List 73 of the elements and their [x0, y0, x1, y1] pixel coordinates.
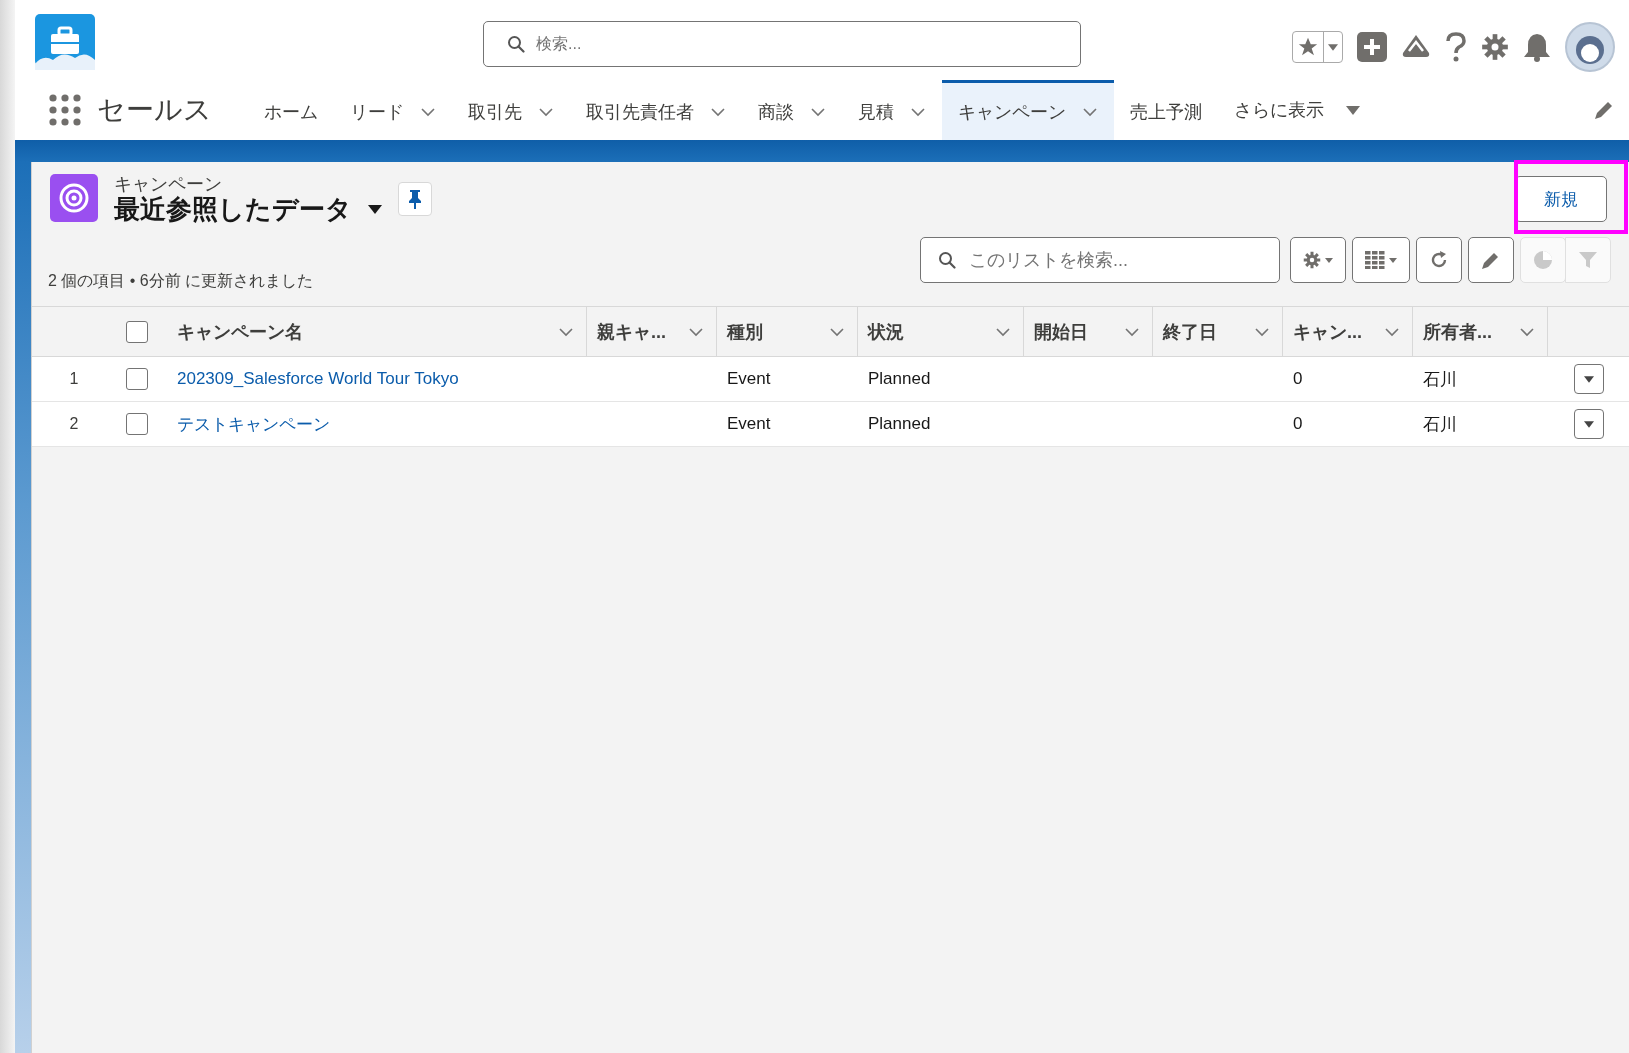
- row-action-button[interactable]: [1573, 409, 1604, 439]
- table-cell-text: 石川: [1423, 413, 1457, 436]
- nav-tab[interactable]: ホーム: [248, 80, 334, 140]
- favorites-button[interactable]: [1292, 31, 1343, 63]
- row-action-button[interactable]: [1573, 364, 1604, 394]
- table-cell: Planned: [868, 369, 931, 389]
- filter-icon: [1578, 250, 1598, 270]
- caret-down-icon: [1389, 255, 1397, 265]
- nav-tab[interactable]: 取引先責任者: [570, 80, 742, 140]
- list-view-title[interactable]: 最近参照したデータ: [114, 194, 352, 224]
- table-cell: Event: [727, 369, 771, 389]
- nav-tab[interactable]: キャンペーン: [942, 80, 1114, 140]
- object-label: キャンペーン: [114, 174, 223, 194]
- caret-down-icon: [1328, 42, 1338, 52]
- row-checkbox[interactable]: [126, 368, 148, 390]
- pie-chart-icon: [1533, 250, 1553, 270]
- table-cell-text: 石川: [1423, 368, 1457, 391]
- display-button[interactable]: [1352, 237, 1410, 283]
- pin-button[interactable]: [398, 182, 432, 216]
- nav-tab[interactable]: 取引先: [452, 80, 570, 140]
- settings-icon: [1303, 251, 1321, 269]
- table-cell: Planned: [868, 414, 931, 434]
- search-icon: [507, 35, 525, 53]
- app-launcher-icon[interactable]: [49, 94, 81, 126]
- chevron-down-icon: [558, 326, 574, 337]
- caret-down-icon: [1346, 105, 1360, 115]
- chevron-down-icon: [1124, 326, 1140, 337]
- caret-down-icon: [1583, 374, 1594, 384]
- pencil-icon: [1481, 250, 1501, 270]
- row-number: 2: [68, 414, 80, 434]
- pencil-icon[interactable]: [1593, 99, 1615, 121]
- refresh-button[interactable]: [1416, 237, 1462, 283]
- chevron-down-icon: [829, 326, 845, 337]
- star-icon: [1297, 36, 1319, 58]
- search-field[interactable]: 検索...: [483, 21, 1081, 67]
- row-checkbox[interactable]: [126, 413, 148, 435]
- plus-icon[interactable]: [1357, 32, 1387, 62]
- list-status-text: 2 個の項目 • 6分前 に更新されました: [48, 270, 314, 291]
- target-icon: [50, 174, 98, 222]
- caret-down-icon: [1325, 255, 1333, 265]
- table-icon: [1365, 251, 1385, 269]
- nav-tab[interactable]: 商談: [742, 80, 842, 140]
- more-tab[interactable]: さらに表示: [1218, 80, 1376, 140]
- settings-button[interactable]: [1290, 237, 1346, 283]
- settings-icon: [1481, 33, 1509, 61]
- search-icon: [938, 251, 956, 269]
- help-icon[interactable]: [1445, 32, 1467, 62]
- row-number: 1: [68, 369, 80, 389]
- pin-icon: [408, 189, 422, 209]
- chevron-down-icon: [1384, 326, 1400, 337]
- bell-icon[interactable]: [1523, 32, 1551, 62]
- new-button[interactable]: 新規: [1515, 176, 1607, 222]
- avatar-icon[interactable]: [1565, 22, 1615, 72]
- chevron-down-icon: [1519, 326, 1535, 337]
- edit-button[interactable]: [1468, 237, 1514, 283]
- list-search-field[interactable]: このリストを検索...: [920, 237, 1280, 283]
- chevron-down-icon: [688, 326, 704, 337]
- chevron-down-icon: [995, 326, 1011, 337]
- select-all-checkbox[interactable]: [126, 320, 148, 343]
- table-cell: Event: [727, 414, 771, 434]
- settings-button[interactable]: [1481, 33, 1509, 61]
- nav-tab[interactable]: リード: [334, 80, 452, 140]
- app-name: セールス: [97, 93, 212, 127]
- refresh-icon: [1429, 250, 1449, 270]
- caret-down-icon: [1583, 419, 1594, 429]
- caret-down-icon: [368, 204, 382, 214]
- chevron-down-icon: [1254, 326, 1270, 337]
- campaign-link[interactable]: テストキャンペーン: [177, 412, 330, 436]
- nav-tab[interactable]: 見積: [842, 80, 942, 140]
- campaign-link[interactable]: 202309_Salesforce World Tour Tokyo: [177, 369, 459, 389]
- nav-tab[interactable]: 売上予測: [1114, 80, 1218, 140]
- table-cell: 0: [1293, 369, 1303, 389]
- table-cell: 0: [1293, 414, 1303, 434]
